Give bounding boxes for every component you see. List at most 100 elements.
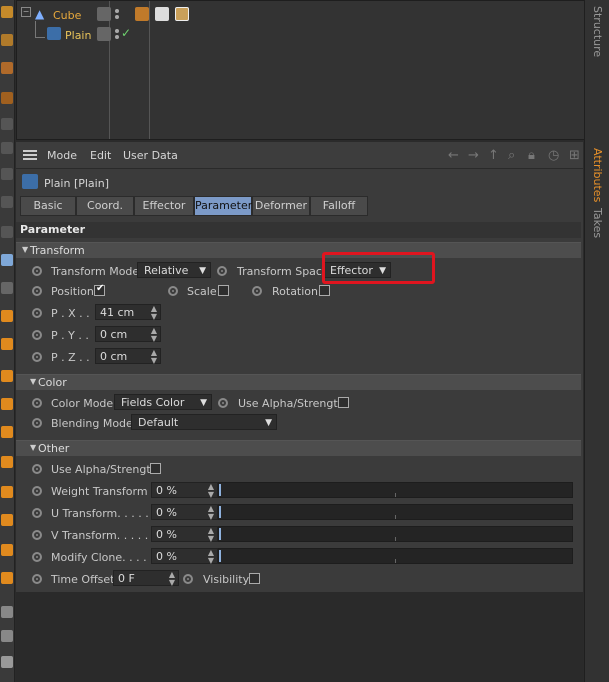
position-checkbox[interactable] bbox=[94, 283, 105, 296]
px-field[interactable]: 41 cm ▲ ▼ bbox=[95, 304, 161, 321]
keyframe-radio[interactable] bbox=[32, 530, 42, 540]
stepper-icon[interactable]: ▲ ▼ bbox=[169, 571, 175, 587]
keyframe-radio[interactable] bbox=[183, 574, 193, 584]
u-transform-field[interactable]: 0 % ▲ ▼ bbox=[151, 504, 218, 521]
stepper-icon[interactable]: ▲ ▼ bbox=[151, 349, 157, 365]
material-tag-icon[interactable] bbox=[155, 7, 169, 21]
sculpt-icon[interactable] bbox=[1, 630, 13, 642]
visibility-dot-icon[interactable] bbox=[115, 15, 119, 19]
keyframe-radio[interactable] bbox=[32, 486, 42, 496]
pz-field[interactable]: 0 cm ▲ ▼ bbox=[95, 348, 161, 365]
generator-icon[interactable] bbox=[1, 398, 13, 410]
stepper-icon[interactable]: ▲ ▼ bbox=[208, 549, 214, 565]
weight-transform-slider[interactable] bbox=[218, 482, 573, 498]
light-icon[interactable] bbox=[1, 544, 13, 556]
blending-mode-select[interactable]: Default ▼ bbox=[131, 414, 277, 430]
slider-handle[interactable] bbox=[219, 506, 221, 518]
keyframe-radio[interactable] bbox=[32, 308, 42, 318]
other-use-alpha-checkbox[interactable] bbox=[150, 463, 161, 474]
tab-parameter[interactable]: Parameter bbox=[194, 196, 252, 216]
keyframe-radio[interactable] bbox=[32, 330, 42, 340]
tab-coord[interactable]: Coord. bbox=[76, 196, 134, 216]
layer-icon[interactable] bbox=[97, 27, 111, 41]
keyframe-radio[interactable] bbox=[218, 398, 228, 408]
search-icon[interactable]: ⌕ bbox=[508, 148, 515, 163]
brush-icon[interactable] bbox=[1, 656, 13, 668]
lock-icon[interactable]: 🔒︎ bbox=[528, 148, 535, 163]
keyframe-radio[interactable] bbox=[32, 574, 42, 584]
visibility-dot-icon[interactable] bbox=[115, 29, 119, 33]
snap-icon[interactable] bbox=[1, 282, 13, 294]
move-tool-icon[interactable] bbox=[1, 6, 13, 18]
tab-attributes[interactable]: Attributes bbox=[591, 148, 604, 202]
menu-edit[interactable]: Edit bbox=[90, 149, 111, 162]
keyframe-radio[interactable] bbox=[32, 352, 42, 362]
keyframe-radio[interactable] bbox=[32, 508, 42, 518]
v-transform-field[interactable]: 0 % ▲ ▼ bbox=[151, 526, 218, 543]
new-panel-icon[interactable]: ⊞ bbox=[569, 148, 580, 163]
tab-basic[interactable]: Basic bbox=[20, 196, 76, 216]
up-arrow-icon[interactable]: ↑ bbox=[488, 148, 499, 163]
keyframe-radio[interactable] bbox=[32, 552, 42, 562]
tab-falloff[interactable]: Falloff bbox=[310, 196, 368, 216]
model-mode-icon[interactable] bbox=[1, 118, 13, 130]
time-offset-field[interactable]: 0 F ▲ ▼ bbox=[113, 570, 179, 587]
cube-primitive-icon[interactable] bbox=[1, 338, 13, 350]
spline-icon[interactable] bbox=[1, 370, 13, 382]
keyframe-radio[interactable] bbox=[32, 464, 42, 474]
tab-deformer[interactable]: Deformer bbox=[252, 196, 310, 216]
deformer-icon[interactable] bbox=[1, 426, 13, 438]
keyframe-radio[interactable] bbox=[217, 266, 227, 276]
stepper-icon[interactable]: ▲ ▼ bbox=[208, 527, 214, 543]
rotation-checkbox[interactable] bbox=[319, 285, 330, 296]
menu-mode[interactable]: Mode bbox=[47, 149, 77, 162]
color-mode-select[interactable]: Fields Color ▼ bbox=[114, 394, 212, 410]
scene-icon[interactable] bbox=[1, 456, 13, 468]
keyframe-radio[interactable] bbox=[168, 286, 178, 296]
scale-tool-icon[interactable] bbox=[1, 34, 13, 46]
transform-group-header[interactable]: Transform bbox=[16, 242, 581, 258]
collapse-toggle[interactable]: − bbox=[21, 7, 31, 17]
keyframe-radio[interactable] bbox=[32, 398, 42, 408]
visibility-checkbox[interactable] bbox=[249, 573, 260, 584]
object-plain-name[interactable]: Plain bbox=[65, 29, 91, 42]
points-mode-icon[interactable] bbox=[1, 168, 13, 180]
py-field[interactable]: 0 cm ▲ ▼ bbox=[95, 326, 161, 343]
object-cube-name[interactable]: Cube bbox=[53, 9, 81, 22]
rotate-tool-icon[interactable] bbox=[1, 62, 13, 74]
stepper-icon[interactable]: ▲ ▼ bbox=[151, 327, 157, 343]
stepper-icon[interactable]: ▲ ▼ bbox=[151, 305, 157, 321]
polygons-mode-icon[interactable] bbox=[1, 226, 13, 238]
effector-icon[interactable] bbox=[1, 486, 13, 498]
slider-handle[interactable] bbox=[219, 484, 221, 496]
other-group-header[interactable]: Other bbox=[16, 440, 581, 456]
field-icon[interactable] bbox=[1, 514, 13, 526]
back-arrow-icon[interactable]: ← bbox=[448, 148, 459, 163]
stepper-icon[interactable]: ▲ ▼ bbox=[208, 505, 214, 521]
viewport-solo-icon[interactable] bbox=[1, 254, 13, 266]
uvw-tag-icon[interactable] bbox=[175, 7, 189, 21]
arrow-tool-icon[interactable] bbox=[1, 606, 13, 618]
enabled-check-icon[interactable]: ✓ bbox=[121, 26, 131, 40]
visibility-dot-icon[interactable] bbox=[115, 9, 119, 13]
keyframe-radio[interactable] bbox=[252, 286, 262, 296]
keyframe-radio[interactable] bbox=[32, 418, 42, 428]
keyframe-radio[interactable] bbox=[32, 266, 42, 276]
mesh-mode-icon[interactable] bbox=[1, 142, 13, 154]
v-transform-slider[interactable] bbox=[218, 526, 573, 542]
tab-structure[interactable]: Structure bbox=[591, 6, 604, 57]
tab-effector[interactable]: Effector bbox=[134, 196, 194, 216]
history-icon[interactable]: ◷ bbox=[548, 148, 559, 163]
phong-tag-icon[interactable] bbox=[135, 7, 149, 21]
menu-user-data[interactable]: User Data bbox=[123, 149, 178, 162]
modify-clone-field[interactable]: 0 % ▲ ▼ bbox=[151, 548, 218, 565]
camera-object-icon[interactable] bbox=[1, 572, 13, 584]
camera-icon[interactable] bbox=[1, 92, 13, 104]
slider-handle[interactable] bbox=[219, 528, 221, 540]
visibility-dot-icon[interactable] bbox=[115, 35, 119, 39]
tab-takes[interactable]: Takes bbox=[591, 208, 604, 238]
u-transform-slider[interactable] bbox=[218, 504, 573, 520]
forward-arrow-icon[interactable]: → bbox=[468, 148, 479, 163]
hamburger-menu-icon[interactable] bbox=[23, 150, 37, 152]
edges-mode-icon[interactable] bbox=[1, 196, 13, 208]
